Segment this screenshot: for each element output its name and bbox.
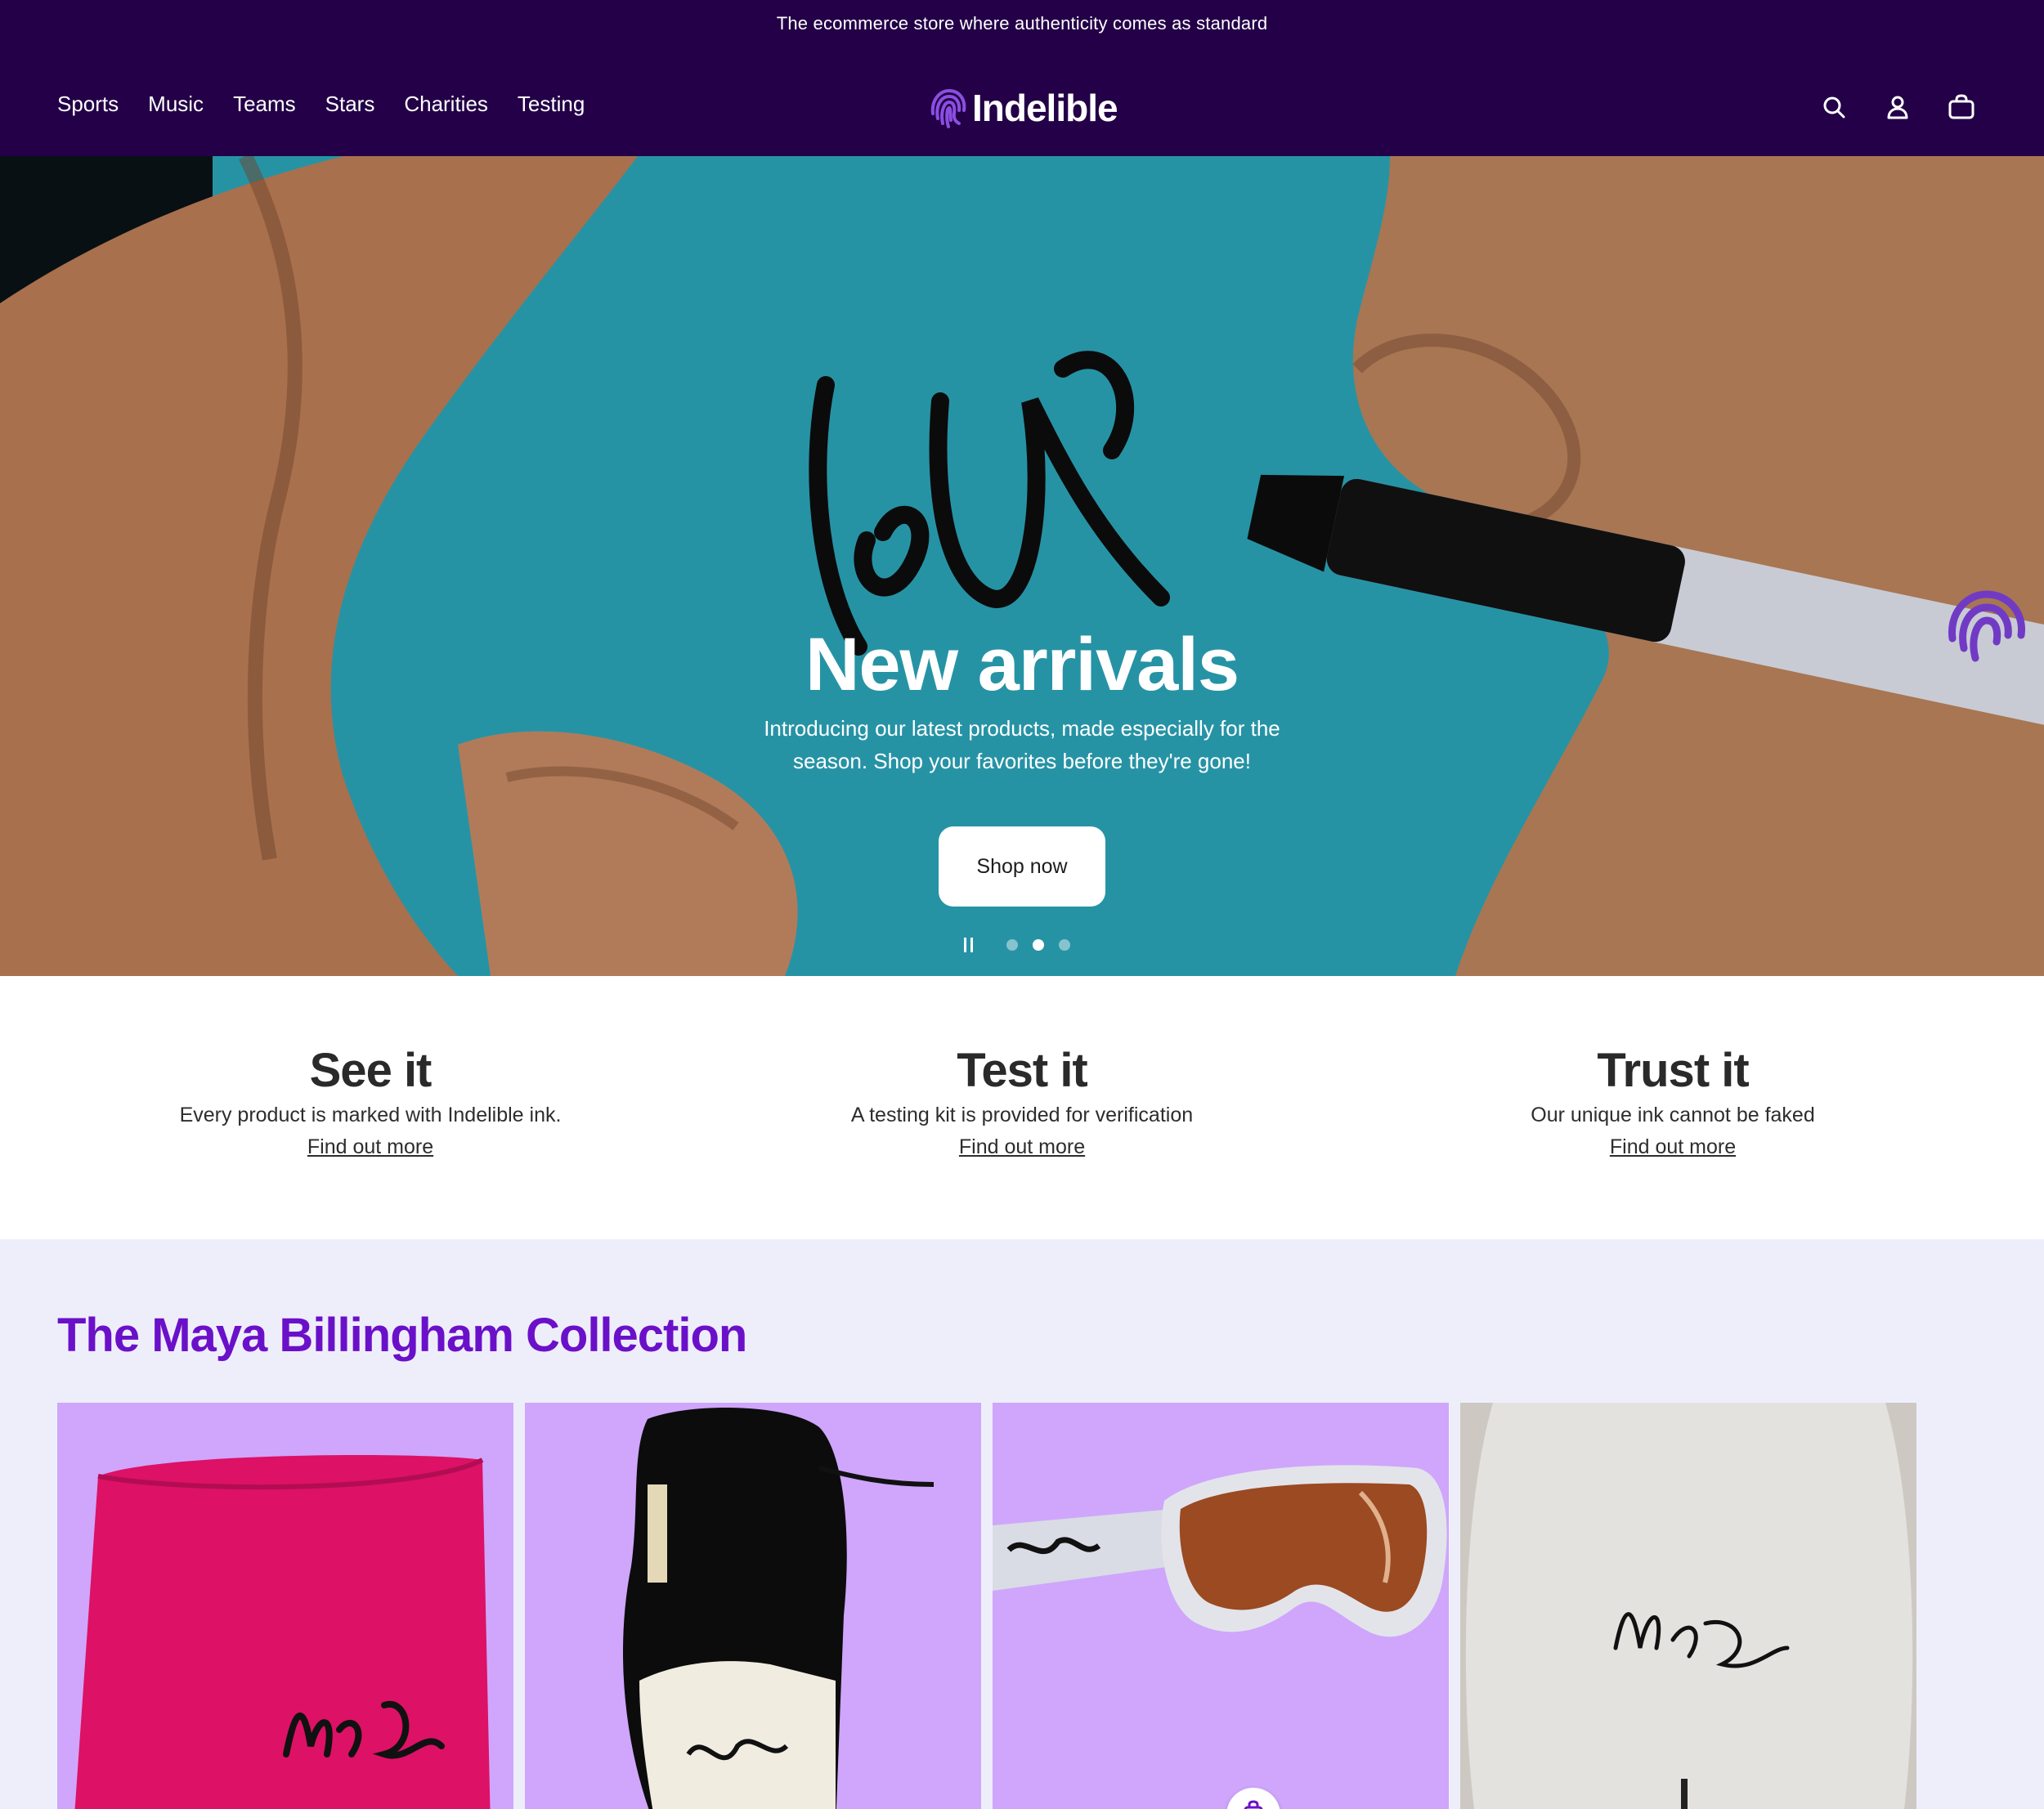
brand-name: Indelible <box>972 87 1118 129</box>
feature-test-it: Test it A testing kit is provided for ve… <box>695 1045 1349 1159</box>
product-card-mitten[interactable] <box>525 1403 981 1809</box>
announcement-bar: The ecommerce store where authenticity c… <box>776 13 1268 34</box>
nav-item-charities[interactable]: Charities <box>404 92 488 117</box>
product-image-beanie <box>57 1403 513 1809</box>
nav-item-music[interactable]: Music <box>148 92 204 117</box>
main-nav: Sports Music Teams Stars Charities Testi… <box>57 92 614 117</box>
feature-title: Test it <box>957 1044 1088 1097</box>
quick-add-button[interactable] <box>1226 1788 1280 1809</box>
feature-text: Our unique ink cannot be faked <box>1531 1104 1815 1126</box>
slide-dot-1[interactable] <box>1006 939 1018 951</box>
collection-title: The Maya Billingham Collection <box>57 1309 747 1362</box>
slide-dot-3[interactable] <box>1059 939 1070 951</box>
bag-icon <box>1244 1800 1263 1809</box>
header-actions <box>1817 90 1979 124</box>
product-image-goggles <box>993 1403 1449 1809</box>
slideshow-controls <box>957 933 1078 957</box>
collection-section: The Maya Billingham Collection <box>0 1239 2044 1809</box>
feature-text: Every product is marked with Indelible i… <box>179 1104 562 1126</box>
find-out-more-link[interactable]: Find out more <box>307 1135 433 1159</box>
find-out-more-link[interactable]: Find out more <box>1610 1135 1736 1159</box>
shop-now-button[interactable]: Shop now <box>939 826 1105 907</box>
hero-title: New arrivals <box>805 623 1239 706</box>
feature-see-it: See it Every product is marked with Inde… <box>43 1045 697 1159</box>
product-card-snowboard[interactable] <box>1460 1403 1916 1809</box>
product-image-snowboard <box>1460 1403 1916 1809</box>
features-section: See it Every product is marked with Inde… <box>0 976 2044 1239</box>
product-card-goggles[interactable] <box>993 1403 1449 1809</box>
pause-icon[interactable] <box>957 933 981 957</box>
product-image-mitten <box>525 1403 981 1809</box>
hero-banner: New arrivals Introducing our latest prod… <box>0 156 2044 976</box>
feature-trust-it: Trust it Our unique ink cannot be faked … <box>1346 1045 2000 1159</box>
feature-text: A testing kit is provided for verificati… <box>850 1104 1194 1126</box>
find-out-more-link[interactable]: Find out more <box>959 1135 1085 1159</box>
brand-logo[interactable]: Indelible <box>926 83 1118 132</box>
nav-item-testing[interactable]: Testing <box>518 92 585 117</box>
nav-item-teams[interactable]: Teams <box>233 92 296 117</box>
feature-title: Trust it <box>1597 1044 1749 1097</box>
slide-dot-2[interactable] <box>1033 939 1044 951</box>
feature-title: See it <box>309 1044 433 1097</box>
search-icon[interactable] <box>1817 90 1851 124</box>
hero-description: Introducing our latest products, made es… <box>764 716 1280 773</box>
site-header: The ecommerce store where authenticity c… <box>0 0 2044 156</box>
fingerprint-icon <box>930 88 966 128</box>
nav-item-sports[interactable]: Sports <box>57 92 119 117</box>
product-card-beanie[interactable] <box>57 1403 513 1809</box>
account-icon[interactable] <box>1880 90 1915 124</box>
cart-icon[interactable] <box>1944 90 1979 124</box>
nav-item-stars[interactable]: Stars <box>325 92 375 117</box>
